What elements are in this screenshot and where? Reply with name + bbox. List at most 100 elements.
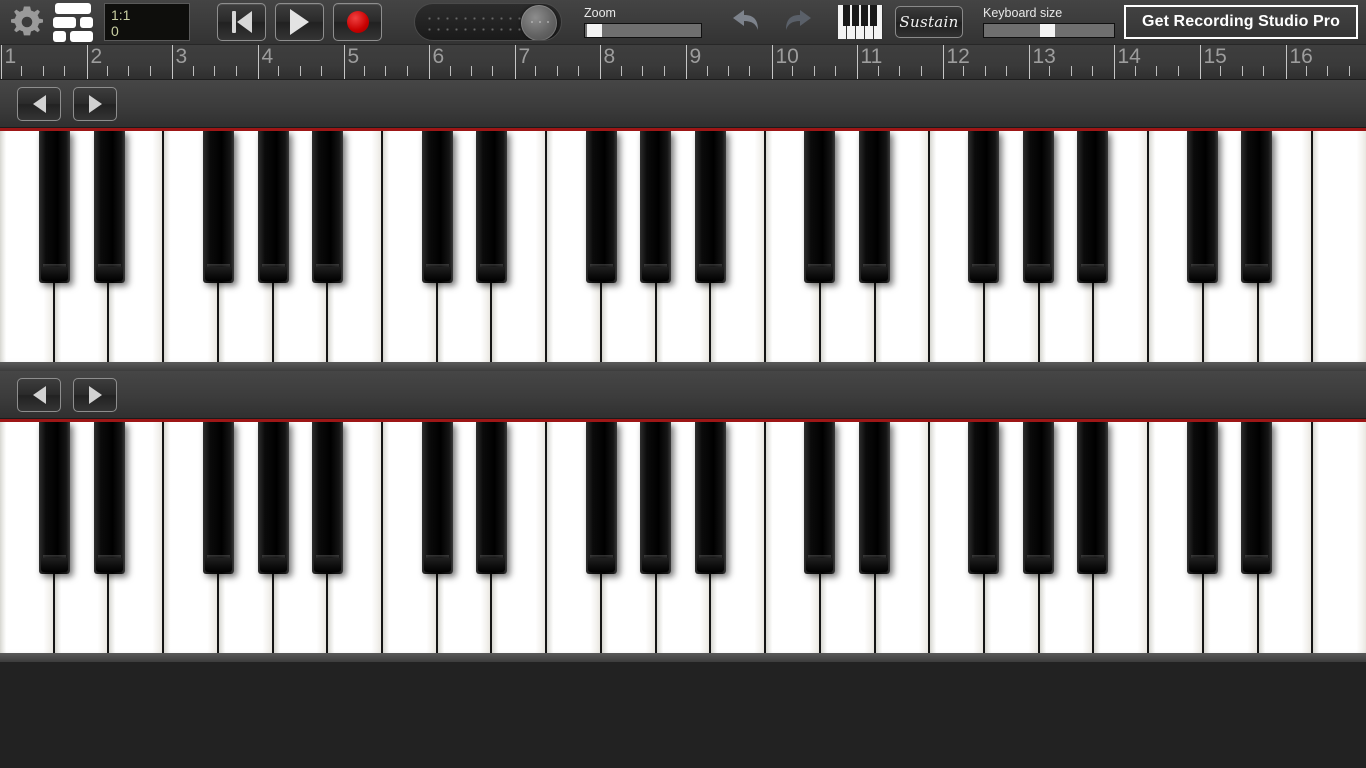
- main-toolbar: 1:1 0 Zoom Sustain Keyboard size Get Rec…: [0, 0, 1366, 45]
- tempo-knob[interactable]: [414, 3, 562, 41]
- rewind-button[interactable]: [217, 3, 266, 41]
- white-key[interactable]: [601, 131, 657, 371]
- white-key[interactable]: [930, 422, 985, 662]
- white-key[interactable]: [383, 422, 438, 662]
- white-key[interactable]: [273, 131, 329, 371]
- keyboard-size-slider-thumb[interactable]: [1040, 23, 1056, 37]
- record-button[interactable]: [333, 3, 382, 41]
- white-key[interactable]: [656, 422, 712, 662]
- ruler-sub-tick: [1006, 66, 1007, 76]
- ruler-sub-tick: [471, 66, 472, 76]
- undo-icon[interactable]: [728, 5, 764, 40]
- white-key[interactable]: [930, 131, 985, 371]
- white-key[interactable]: [547, 422, 602, 662]
- ruler-sub-tick: [557, 66, 558, 76]
- white-key[interactable]: [1039, 131, 1095, 371]
- white-key[interactable]: [1094, 131, 1150, 371]
- keyboard-size-label: Keyboard size: [983, 5, 1063, 20]
- white-key[interactable]: [711, 131, 767, 371]
- white-key[interactable]: [164, 131, 219, 371]
- white-key[interactable]: [328, 422, 384, 662]
- ruler-bar-number: 13: [1032, 45, 1056, 68]
- white-key[interactable]: [766, 131, 821, 371]
- tempo-knob-handle[interactable]: [521, 5, 557, 40]
- white-key[interactable]: [1039, 422, 1095, 662]
- get-pro-button[interactable]: Get Recording Studio Pro: [1124, 5, 1358, 39]
- white-key[interactable]: [875, 131, 931, 371]
- white-key[interactable]: [1149, 422, 1204, 662]
- white-key[interactable]: [54, 131, 110, 371]
- ruler-sub-tick: [321, 66, 322, 76]
- white-key[interactable]: [1313, 131, 1366, 371]
- ruler-bar-number: 1: [4, 45, 17, 68]
- white-key[interactable]: [766, 422, 821, 662]
- lower-scroll-left-button[interactable]: [17, 377, 61, 412]
- redo-icon[interactable]: [780, 5, 816, 40]
- ruler-bar-number: 9: [689, 45, 702, 68]
- white-key[interactable]: [1313, 422, 1366, 662]
- white-key[interactable]: [492, 131, 548, 371]
- lower-white-keys: [0, 422, 1366, 662]
- ruler-sub-tick: [835, 66, 836, 76]
- white-key[interactable]: [1258, 131, 1314, 371]
- upper-keyboard[interactable]: [0, 128, 1366, 371]
- zoom-slider-thumb[interactable]: [587, 23, 603, 37]
- white-key[interactable]: [437, 422, 493, 662]
- white-key[interactable]: [820, 131, 876, 371]
- ruler-sub-tick: [492, 66, 493, 76]
- white-key[interactable]: [547, 131, 602, 371]
- white-key[interactable]: [711, 422, 767, 662]
- ruler-sub-tick: [107, 66, 108, 76]
- ruler-sub-tick: [1178, 66, 1179, 76]
- white-key[interactable]: [218, 131, 274, 371]
- play-icon: [290, 9, 309, 35]
- white-key[interactable]: [1258, 422, 1314, 662]
- white-key[interactable]: [492, 422, 548, 662]
- lower-scroll-right-button[interactable]: [73, 377, 117, 412]
- white-key[interactable]: [383, 131, 438, 371]
- white-key[interactable]: [984, 131, 1040, 371]
- zoom-slider[interactable]: [584, 22, 702, 38]
- white-key[interactable]: [437, 131, 493, 371]
- lcd-position: 1:1: [111, 7, 131, 23]
- white-key[interactable]: [601, 422, 657, 662]
- arrow-left-icon: [32, 385, 46, 404]
- ruler-bar-number: 8: [603, 45, 616, 68]
- white-key[interactable]: [164, 422, 219, 662]
- sustain-button[interactable]: Sustain: [895, 6, 963, 38]
- white-key[interactable]: [328, 131, 384, 371]
- ruler-bar-number: 3: [175, 45, 188, 68]
- white-key[interactable]: [1094, 422, 1150, 662]
- white-key[interactable]: [875, 422, 931, 662]
- upper-scroll-right-button[interactable]: [73, 86, 117, 121]
- timeline-ruler[interactable]: 1 2 3 4 5 6 7 8 9 10 11 12 13 14 15 16: [0, 45, 1366, 80]
- white-key[interactable]: [0, 422, 55, 662]
- play-button[interactable]: [275, 3, 324, 41]
- white-key[interactable]: [820, 422, 876, 662]
- white-key[interactable]: [273, 422, 329, 662]
- lower-keyboard[interactable]: [0, 419, 1366, 662]
- ruler-sub-tick: [664, 66, 665, 76]
- white-key[interactable]: [1203, 422, 1259, 662]
- white-key[interactable]: [1203, 131, 1259, 371]
- piano-keys-icon[interactable]: [838, 5, 883, 39]
- white-key[interactable]: [984, 422, 1040, 662]
- ruler-sub-tick: [64, 66, 65, 76]
- white-key[interactable]: [109, 422, 165, 662]
- ruler-sub-tick: [921, 66, 922, 76]
- white-key[interactable]: [218, 422, 274, 662]
- upper-white-keys: [0, 131, 1366, 371]
- white-key[interactable]: [0, 131, 55, 371]
- ruler-sub-tick: [1263, 66, 1264, 76]
- ruler-bar-number: 7: [518, 45, 531, 68]
- lower-keyboard-navbar: [0, 371, 1366, 419]
- white-key[interactable]: [1149, 131, 1204, 371]
- gear-icon[interactable]: [6, 1, 48, 43]
- white-key[interactable]: [656, 131, 712, 371]
- white-key[interactable]: [54, 422, 110, 662]
- white-key[interactable]: [109, 131, 165, 371]
- upper-scroll-left-button[interactable]: [17, 86, 61, 121]
- grid-layout-icon[interactable]: [50, 1, 96, 43]
- arrow-left-icon: [32, 94, 46, 113]
- keyboard-size-slider[interactable]: [983, 22, 1115, 38]
